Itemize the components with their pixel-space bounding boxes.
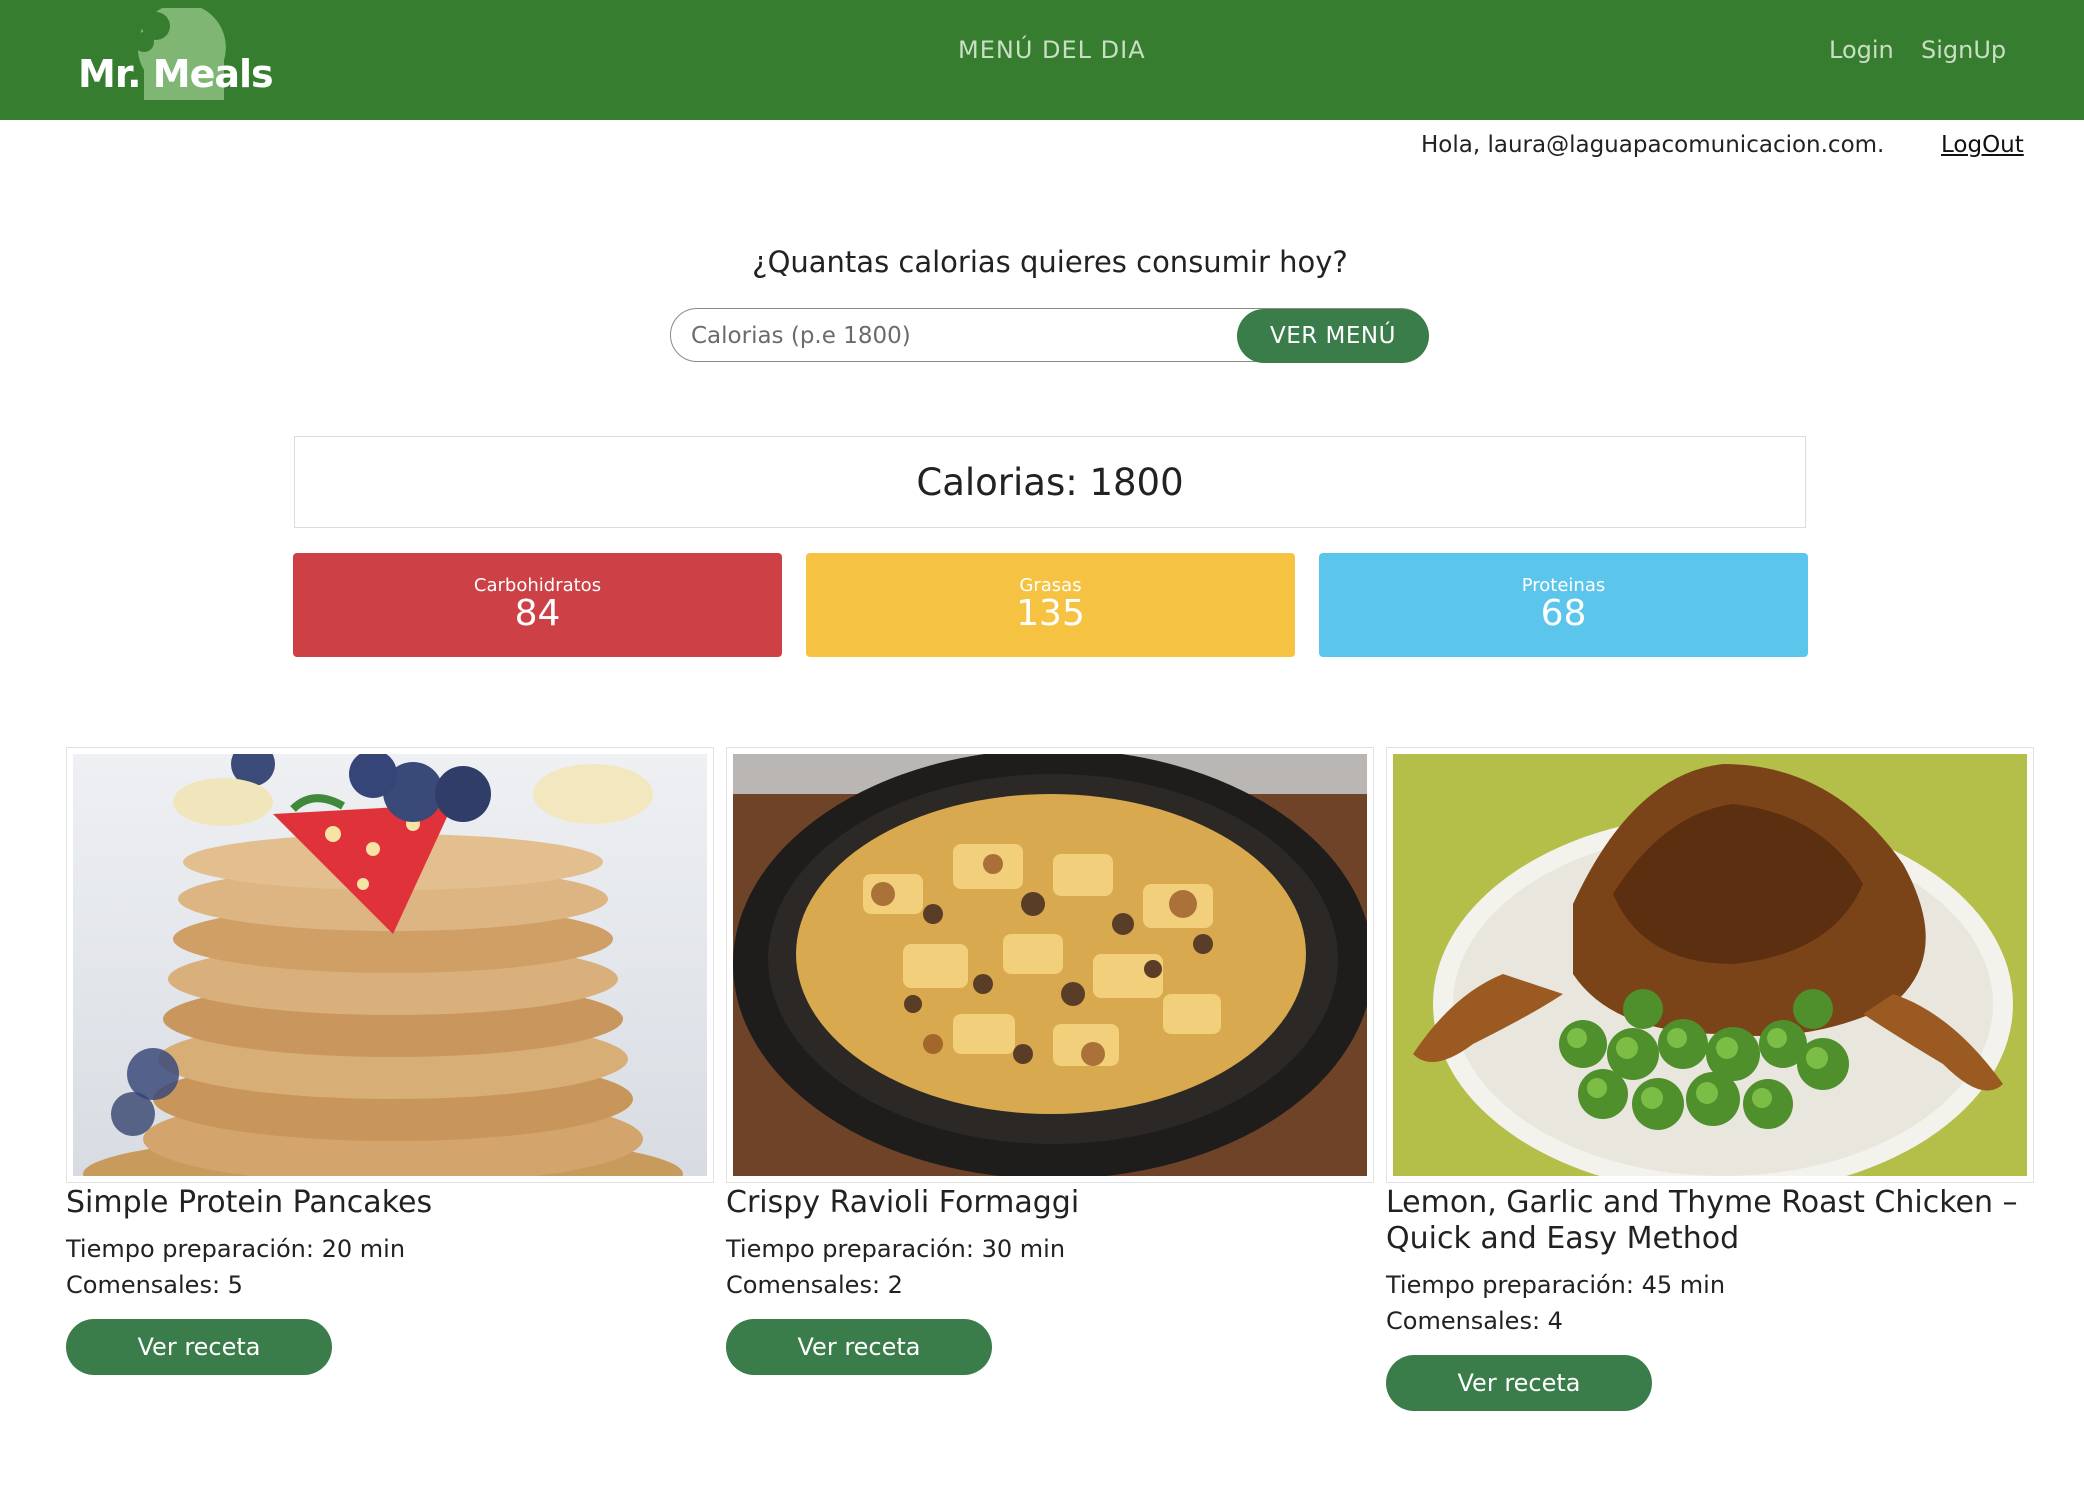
macro-carbs-card: Carbohidratos 84 xyxy=(293,553,782,657)
recipe-servings: Comensales: 4 xyxy=(1386,1307,1563,1335)
recipe-image-frame xyxy=(1386,747,2034,1183)
ver-receta-button[interactable]: Ver receta xyxy=(66,1319,332,1375)
user-greeting: Hola, laura@laguapacomunicacion.com. xyxy=(1421,132,1885,158)
recipe-servings: Comensales: 5 xyxy=(66,1271,243,1299)
macro-value: 68 xyxy=(1540,593,1587,634)
recipe-title: Simple Protein Pancakes xyxy=(66,1185,433,1220)
ver-receta-button[interactable]: Ver receta xyxy=(1386,1355,1652,1411)
recipe-title: Crispy Ravioli Formaggi xyxy=(726,1185,1080,1220)
logo-text: Mr. Meals xyxy=(78,52,274,96)
pancakes-photo xyxy=(73,754,707,1176)
macro-protein-card: Proteinas 68 xyxy=(1319,553,1808,657)
logout-link[interactable]: LogOut xyxy=(1941,132,2024,158)
ravioli-skillet-photo xyxy=(733,754,1367,1176)
nav-menu-del-dia[interactable]: MENÚ DEL DIA xyxy=(958,36,1146,64)
recipe-servings: Comensales: 2 xyxy=(726,1271,903,1299)
recipe-title: Lemon, Garlic and Thyme Roast Chicken – … xyxy=(1386,1185,2018,1256)
calorie-summary: Calorias: 1800 xyxy=(294,436,1806,528)
nav-signup-link[interactable]: SignUp xyxy=(1921,36,2006,64)
recipe-prep-time: Tiempo preparación: 20 min xyxy=(66,1235,406,1263)
recipe-prep-time: Tiempo preparación: 45 min xyxy=(1386,1271,1726,1299)
recipe-image-frame xyxy=(726,747,1374,1183)
recipe-image-frame xyxy=(66,747,714,1183)
roast-chicken-photo xyxy=(1393,754,2027,1176)
macro-fats-card: Grasas 135 xyxy=(806,553,1295,657)
nav-login-link[interactable]: Login xyxy=(1829,36,1894,64)
recipe-card: Simple Protein Pancakes Tiempo preparaci… xyxy=(66,747,714,1375)
ver-receta-button[interactable]: Ver receta xyxy=(726,1319,992,1375)
macro-value: 84 xyxy=(514,593,561,634)
ver-menu-button[interactable]: VER MENÚ xyxy=(1237,309,1429,363)
recipe-card: Lemon, Garlic and Thyme Roast Chicken – … xyxy=(1386,747,2034,1411)
recipe-prep-time: Tiempo preparación: 30 min xyxy=(726,1235,1066,1263)
navbar: Mr. Meals MENÚ DEL DIA Login SignUp xyxy=(0,0,2084,120)
calorie-input[interactable] xyxy=(689,317,1233,355)
calorie-question: ¿Quantas calorias quieres consumir hoy? xyxy=(752,245,1348,279)
macro-value: 135 xyxy=(1016,593,1085,634)
recipe-card: Crispy Ravioli Formaggi Tiempo preparaci… xyxy=(726,747,1374,1375)
brand-logo[interactable]: Mr. Meals xyxy=(74,8,274,104)
